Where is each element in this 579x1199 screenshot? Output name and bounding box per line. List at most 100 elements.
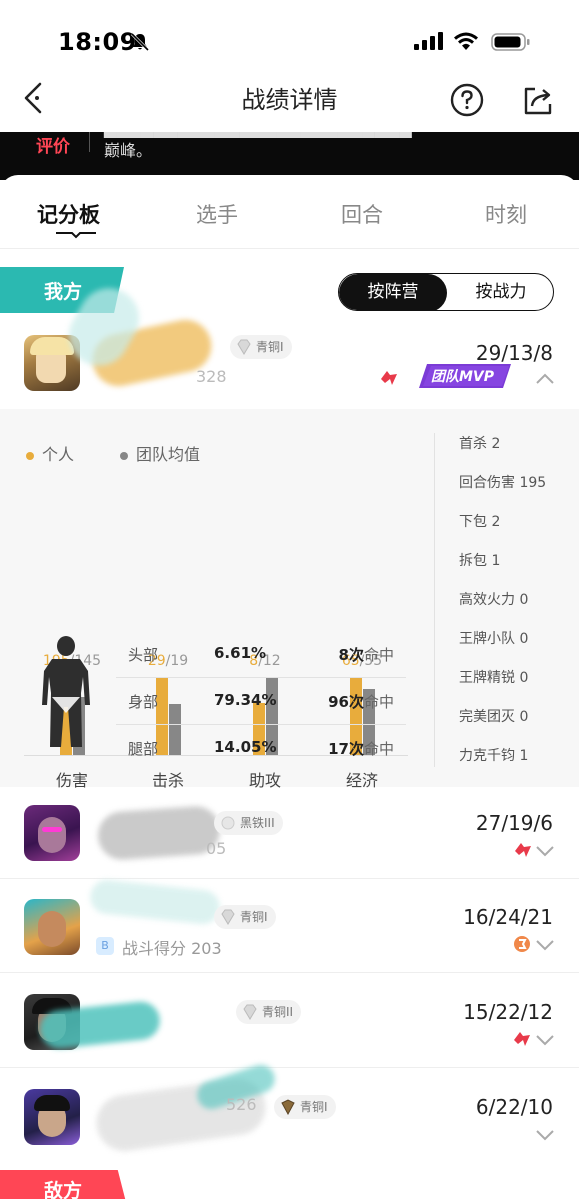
enemy-team-label: 敌方 (44, 1180, 83, 1199)
tab-scoreboard[interactable]: 记分板 (37, 199, 100, 229)
rank-badge: 青铜I (214, 905, 276, 929)
status-bar: 18:09 (0, 0, 579, 72)
rank-text: 青铜I (256, 340, 284, 354)
legend-dot-mine (26, 451, 34, 460)
body-silhouette-icon (42, 636, 90, 747)
redacted-name (88, 878, 222, 926)
agent-role-icon (515, 843, 531, 857)
score-chip-icon: B (96, 937, 114, 955)
row-divider (0, 972, 579, 973)
rank-text: 青铜I (300, 1100, 328, 1114)
hit-part: 身部 (128, 693, 159, 711)
rank-gem-icon (281, 1099, 295, 1115)
hit-count-unit: 次 (348, 693, 364, 711)
legend-avg-label: 团队均值 (136, 445, 201, 464)
player-row[interactable]: 黑铁III 05 27/19/6 (0, 787, 579, 879)
bell-off-icon (130, 32, 150, 52)
stat-defuses: 拆包 1 (459, 553, 501, 569)
page-title: 战绩详情 (241, 86, 338, 114)
hit-count-value: 17 (328, 740, 349, 758)
share-icon[interactable] (521, 84, 555, 118)
hit-count-suffix: 命中 (363, 646, 394, 664)
legend-dot-avg (120, 451, 128, 460)
stat-clutch: 力克千钧 1 (459, 748, 529, 764)
hit-count-unit: 次 (348, 740, 364, 758)
rank-gem-icon (221, 816, 235, 830)
stat-first-kill: 首杀 2 (459, 436, 501, 452)
hit-pct: 6.61% (214, 644, 267, 662)
hit-count: 8次命中 (339, 644, 394, 665)
hit-pct: 14.05% (214, 738, 277, 756)
mvp-text: 团队MVP (431, 369, 495, 385)
sort-by-power-button[interactable]: 按战力 (447, 274, 553, 310)
player-subline: 战斗得分 203 (122, 939, 222, 958)
player-subline: 328 (196, 367, 227, 386)
player-kda: 16/24/21 (463, 905, 553, 929)
hit-count-unit: 次 (348, 646, 364, 664)
sort-by-team-button[interactable]: 按阵营 (339, 274, 447, 310)
rank-text: 黑铁III (240, 816, 275, 830)
legend-avg: 团队均值 (120, 441, 200, 465)
rank-badge: 青铜I (274, 1095, 336, 1119)
agent-role-icon (381, 371, 397, 385)
stat-plants: 下包 2 (459, 514, 501, 530)
hit-pct: 79.34% (214, 691, 277, 709)
tab-moments[interactable]: 时刻 (485, 199, 527, 229)
battery-icon (491, 33, 530, 51)
team-ribbon-enemy: 敌方 (0, 1170, 128, 1199)
hit-count: 17次命中 (328, 738, 394, 759)
row-divider (0, 1067, 579, 1068)
rank-gem-icon (243, 1004, 257, 1020)
banner-text-cut: █████████████████████████ (104, 132, 412, 138)
stat-perfect-wipe: 完美团灭 0 (459, 709, 529, 725)
cellular-signal-icon (414, 32, 443, 50)
rank-badge: 青铜II (236, 1000, 302, 1024)
rank-gem-icon (237, 339, 251, 355)
banner-divider (89, 132, 90, 152)
rank-badge: 黑铁III (214, 811, 283, 835)
legend-mine: 个人 (26, 441, 74, 465)
player-kda: 15/22/12 (463, 1000, 553, 1024)
player-subline: 05 (206, 839, 227, 858)
tab-active-indicator (56, 232, 96, 239)
player-subline: 526 (226, 1095, 257, 1114)
team-label: 我方 (44, 281, 83, 303)
mvp-badge: 团队MVP (417, 362, 513, 390)
hit-row-body: 身部 79.34% 96次命中 (116, 679, 406, 725)
player-row[interactable]: 青铜I 526 6/22/10 (0, 1061, 579, 1163)
evaluation-banner: 评价 █████████████████████████ 巅峰。 (0, 132, 579, 180)
agent-role-icon (514, 1032, 530, 1046)
status-time: 18:09 (58, 28, 137, 56)
hit-row-legs: 腿部 14.05% 17次命中 (116, 726, 406, 772)
rank-text: 青铜I (240, 910, 268, 924)
player-row[interactable]: 青铜II 15/22/12 (0, 976, 579, 1068)
row-divider (0, 878, 579, 879)
hit-count: 96次命中 (328, 691, 394, 712)
redacted-name (96, 804, 222, 862)
stat-efficient-fire: 高效火力 0 (459, 592, 529, 608)
player-kda: 6/22/10 (475, 1095, 553, 1119)
chevron-up-icon[interactable] (535, 373, 555, 385)
help-icon[interactable] (449, 82, 485, 118)
stat-round-damage: 回合伤害 195 (459, 475, 547, 491)
hit-count-value: 96 (328, 693, 349, 711)
agent-avatar (24, 805, 80, 861)
wifi-icon (454, 32, 478, 50)
tab-bar: 记分板 选手 回合 时刻 (0, 175, 579, 249)
player-row[interactable]: 青铜I B 战斗得分 203 16/24/21 (0, 878, 579, 973)
legend-mine-label: 个人 (42, 445, 75, 464)
chevron-down-icon[interactable] (535, 1034, 555, 1046)
rank-badge: 青铜I (230, 335, 292, 359)
scoreboard-card: 记分板 选手 回合 时刻 我方 按阵营 按战力 青铜I 328 29/13/8 (0, 175, 579, 1199)
agent-role-icon (514, 936, 530, 952)
chevron-down-icon[interactable] (535, 845, 555, 857)
chevron-down-icon[interactable] (535, 1129, 555, 1141)
stat-ace-elite: 王牌精锐 0 (459, 670, 529, 686)
rank-text: 青铜II (262, 1005, 294, 1019)
chevron-down-icon[interactable] (535, 939, 555, 951)
stats-divider (434, 433, 435, 767)
banner-text-visible: 巅峰。 (104, 141, 153, 160)
tab-rounds[interactable]: 回合 (341, 199, 383, 229)
tab-players[interactable]: 选手 (196, 199, 238, 229)
hit-part: 头部 (128, 646, 159, 664)
